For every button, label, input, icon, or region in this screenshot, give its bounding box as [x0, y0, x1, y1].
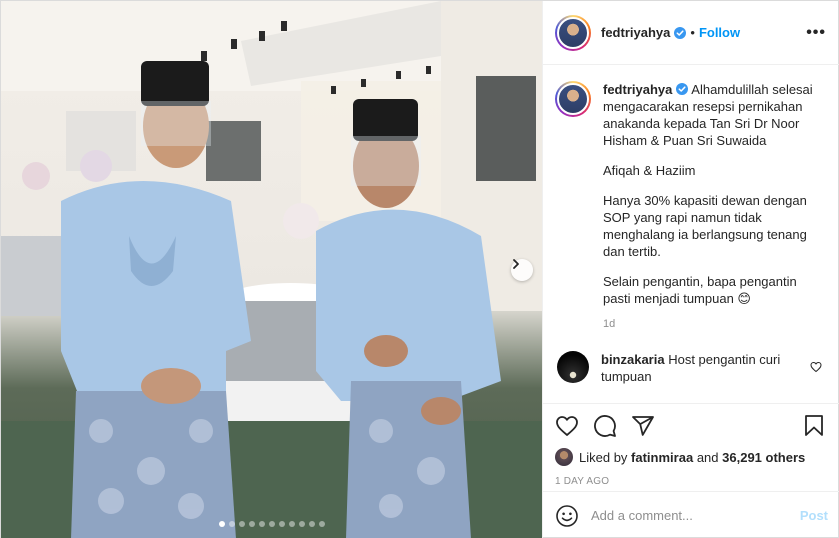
smiley-icon[interactable] [555, 504, 579, 528]
carousel-dot [278, 521, 285, 527]
share-button[interactable] [631, 414, 655, 438]
comment-input[interactable] [591, 508, 800, 523]
comment-button[interactable] [593, 414, 617, 438]
add-comment-bar: Post [543, 491, 839, 538]
carousel-dot [288, 521, 295, 527]
likes-summary: Liked by fatinmiraa and 36,291 others [555, 448, 826, 466]
caption-text-3: Hanya 30% kapasiti dewan dengan SOP yang… [603, 193, 807, 259]
action-icons [555, 412, 826, 440]
comment-body: binzakaria Host pengantin curi tumpuan [601, 351, 801, 385]
caption-body: fedtriyahya Alhamdulillah selesai mengac… [603, 81, 824, 333]
carousel-dot [228, 521, 235, 527]
heart-icon [556, 416, 578, 436]
carousel-dot [218, 521, 225, 527]
caption-text-4: Selain pengantin, bapa pengantin pasti m… [603, 274, 797, 306]
commenter-avatar[interactable] [557, 351, 589, 383]
verified-badge-icon [676, 83, 689, 95]
header-separator: • [690, 25, 695, 40]
post-actions: Liked by fatinmiraa and 36,291 others 1 … [543, 403, 839, 487]
comment-like-heart-icon[interactable] [810, 361, 822, 373]
avatar[interactable] [557, 83, 589, 115]
caption-timestamp[interactable]: 1d [603, 316, 824, 333]
bookmark-icon [805, 415, 823, 436]
author-avatar-ring[interactable] [555, 14, 591, 51]
caption-avatar-ring[interactable] [555, 81, 591, 117]
carousel-dot [248, 521, 255, 527]
save-button[interactable] [802, 414, 826, 438]
more-options-button[interactable]: ••• [806, 24, 826, 42]
liker-avatar[interactable] [555, 448, 573, 466]
commenter-username[interactable]: binzakaria [601, 352, 665, 367]
instagram-post: fedtriyahya • Follow ••• fedtriyahya Alh… [0, 0, 839, 538]
next-photo-button[interactable] [511, 259, 533, 281]
comment-icon [594, 415, 616, 437]
post-header: fedtriyahya • Follow ••• [543, 1, 839, 65]
post-timestamp[interactable]: 1 DAY AGO [555, 476, 826, 487]
share-icon [632, 416, 654, 436]
like-button[interactable] [555, 414, 579, 438]
carousel-dot [318, 521, 325, 527]
carousel-dot [238, 521, 245, 527]
carousel-dot [298, 521, 305, 527]
likes-prefix: Liked by [579, 449, 628, 465]
post-comment-button[interactable]: Post [800, 508, 828, 523]
author-username[interactable]: fedtriyahya [601, 25, 670, 40]
follow-button[interactable]: Follow [699, 25, 740, 40]
verified-badge-icon [674, 26, 687, 39]
liker-username[interactable]: fatinmiraa [631, 450, 693, 465]
carousel-dot [308, 521, 315, 527]
photo-illustration [1, 1, 542, 538]
caption-text-2: Afiqah & Haziim [603, 163, 696, 178]
carousel-dot [268, 521, 275, 527]
chevron-right-icon [513, 259, 519, 269]
likes-middle: and [696, 449, 719, 465]
caption-paragraph-1: fedtriyahya Alhamdulillah selesai mengac… [603, 81, 824, 149]
post-caption: fedtriyahya Alhamdulillah selesai mengac… [555, 81, 824, 333]
carousel-dot [258, 521, 265, 527]
post-photo[interactable] [1, 1, 542, 538]
caption-username[interactable]: fedtriyahya [603, 82, 672, 97]
comment-item: binzakaria Host pengantin curi tumpuan [555, 351, 824, 385]
comments-section[interactable]: fedtriyahya Alhamdulillah selesai mengac… [543, 65, 839, 405]
avatar[interactable] [557, 16, 589, 49]
carousel-indicator [1, 521, 542, 527]
post-side-panel: fedtriyahya • Follow ••• fedtriyahya Alh… [542, 1, 839, 538]
likes-count[interactable]: 36,291 others [722, 450, 805, 465]
